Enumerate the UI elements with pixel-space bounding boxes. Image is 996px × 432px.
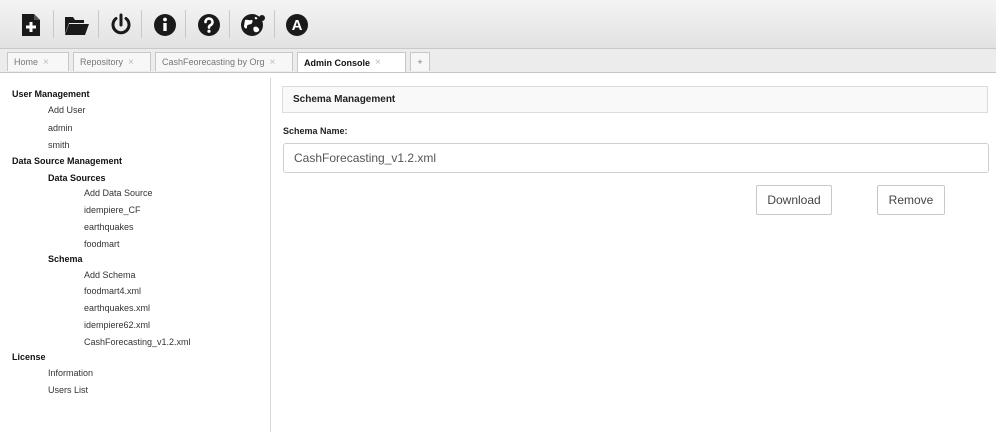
admin-icon[interactable]: A	[282, 10, 312, 40]
tab-repository[interactable]: Repository ×	[73, 52, 151, 71]
add-tab-button[interactable]: +	[410, 52, 430, 71]
download-button[interactable]: Download	[756, 185, 832, 215]
admin-navigation-tree: User Management Add User admin smith Dat…	[0, 78, 271, 432]
tree-item-schema-foodmart4[interactable]: foodmart4.xml	[84, 286, 141, 296]
tree-item-datasource-earthquakes[interactable]: earthquakes	[84, 222, 134, 232]
tree-item-user-admin[interactable]: admin	[48, 123, 73, 133]
tab-bar: Home × Repository × CashFeorecasting by Or…	[0, 49, 996, 73]
power-icon[interactable]	[106, 10, 136, 40]
section-data-source-management[interactable]: Data Source Management	[12, 156, 122, 166]
tree-item-add-schema[interactable]: Add Schema	[84, 270, 136, 280]
tab-label: Home	[14, 57, 39, 67]
tab-admin-console[interactable]: Admin Console ×	[297, 52, 406, 72]
section-license[interactable]: License	[12, 352, 46, 362]
svg-text:A: A	[292, 17, 303, 34]
open-folder-icon[interactable]	[62, 10, 92, 40]
group-schema[interactable]: Schema	[48, 254, 83, 264]
help-icon[interactable]	[194, 10, 224, 40]
tab-cashforecasting[interactable]: CashFeorecasting by Org ×	[155, 52, 293, 71]
close-icon[interactable]: ×	[270, 57, 276, 68]
globe-icon[interactable]	[238, 10, 268, 40]
plus-icon: +	[417, 57, 423, 67]
tab-label: Repository	[80, 57, 124, 67]
tree-item-user-smith[interactable]: smith	[48, 140, 70, 150]
section-user-management[interactable]: User Management	[12, 89, 90, 99]
close-icon[interactable]: ×	[128, 57, 134, 68]
schema-name-label: Schema Name:	[283, 126, 348, 136]
tree-item-schema-earthquakes[interactable]: earthquakes.xml	[84, 303, 150, 313]
tab-home[interactable]: Home ×	[7, 52, 69, 71]
schema-name-input[interactable]	[283, 143, 989, 173]
tree-item-add-user[interactable]: Add User	[48, 105, 86, 115]
tree-item-schema-idempiere62[interactable]: idempiere62.xml	[84, 320, 150, 330]
main-toolbar: A	[0, 0, 996, 49]
tab-label: CashFeorecasting by Org	[162, 57, 265, 67]
tree-item-add-data-source[interactable]: Add Data Source	[84, 188, 153, 198]
close-icon[interactable]: ×	[375, 57, 381, 68]
close-icon[interactable]: ×	[43, 57, 49, 68]
tab-label: Admin Console	[304, 57, 371, 68]
tree-item-license-information[interactable]: Information	[48, 368, 93, 378]
info-icon[interactable]	[150, 10, 180, 40]
tree-item-users-list[interactable]: Users List	[48, 385, 88, 395]
new-file-icon[interactable]	[16, 10, 46, 40]
remove-button[interactable]: Remove	[877, 185, 945, 215]
group-data-sources[interactable]: Data Sources	[48, 173, 106, 183]
tree-item-datasource-idempiere[interactable]: idempiere_CF	[84, 205, 141, 215]
tree-item-schema-cashforecasting[interactable]: CashForecasting_v1.2.xml	[84, 337, 191, 347]
schema-management-header: Schema Management	[282, 86, 988, 113]
tree-item-datasource-foodmart[interactable]: foodmart	[84, 239, 120, 249]
